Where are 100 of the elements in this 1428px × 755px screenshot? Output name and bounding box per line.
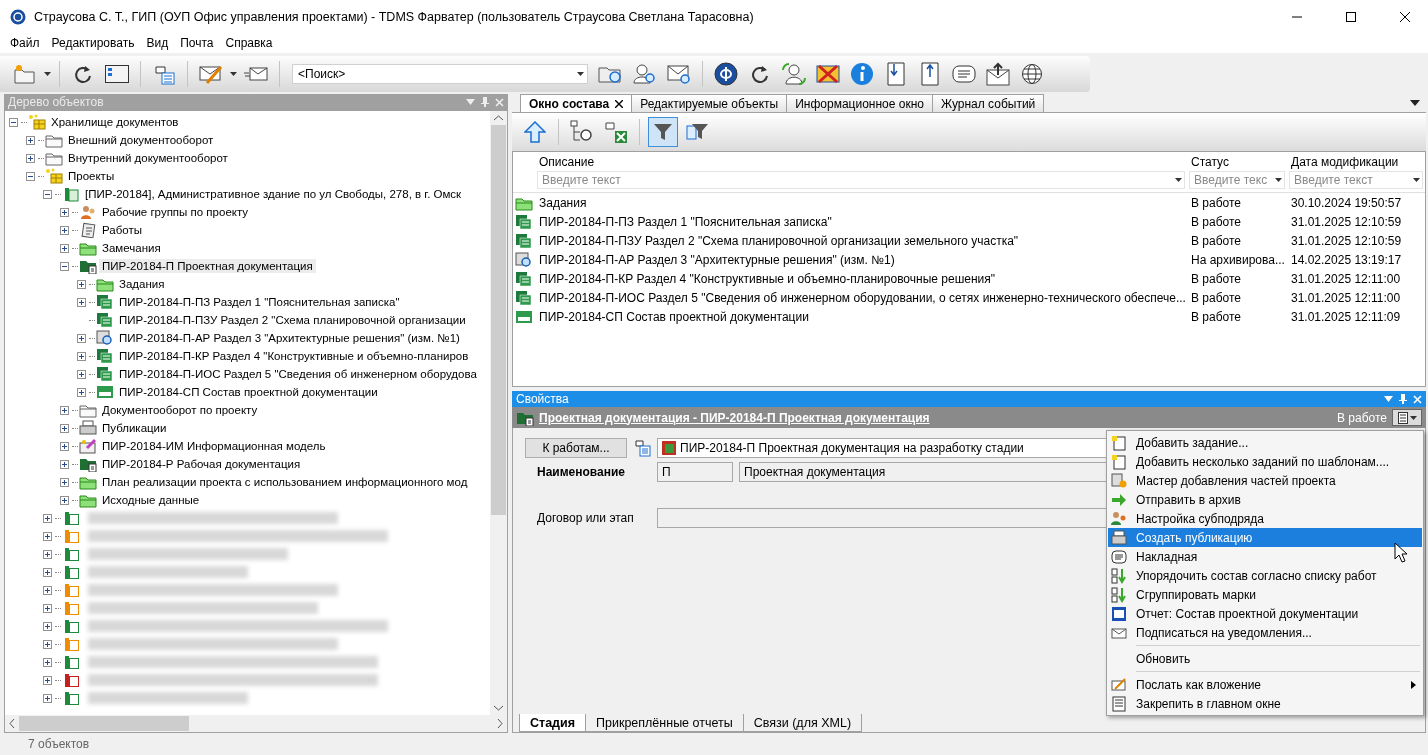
tab[interactable]: Окно состава <box>520 94 633 112</box>
filter-button[interactable] <box>648 117 678 147</box>
app-logo-button[interactable] <box>711 59 741 89</box>
tree-item[interactable]: ПИР-20184-П-КР Раздел 4 "Конструктивные и объемно-планиров <box>116 349 472 363</box>
expander-icon[interactable] <box>60 441 69 451</box>
tree-item[interactable]: Внутренний документооборот <box>65 151 231 165</box>
tree-item[interactable]: ПИР-20184-П-ПЗ Раздел 1 "Пояснительная записка" <box>116 295 403 309</box>
tree-item[interactable]: ПИР-20184-П-АР Раздел 3 "Архитектурные решения" (изм. №1) <box>116 331 463 345</box>
tree-item[interactable]: ПИР-20184-П-ИОС Раздел 5 "Сведения об инженерном оборудова <box>116 367 480 381</box>
expander-icon[interactable] <box>77 279 86 289</box>
menu-item[interactable]: Обновить <box>1108 649 1422 668</box>
dropdown-arrow-icon[interactable] <box>577 72 584 76</box>
tab[interactable]: Стадия <box>519 714 586 732</box>
menu-item[interactable]: Почта <box>174 36 220 50</box>
tree-item[interactable]: Исходные данные <box>99 493 203 507</box>
dropdown-arrow-icon[interactable] <box>1413 178 1420 182</box>
document-list-icon[interactable] <box>633 439 651 457</box>
tree-item[interactable]: Хранилище документов <box>48 115 182 129</box>
expander-icon[interactable] <box>60 225 69 235</box>
expander-icon[interactable] <box>43 189 52 199</box>
expander-icon[interactable] <box>26 153 35 163</box>
tab[interactable]: Связи (для XML) <box>742 714 863 732</box>
expander-icon[interactable] <box>9 117 18 127</box>
code-field[interactable]: П <box>657 462 733 482</box>
expander-icon[interactable] <box>77 369 86 379</box>
vertical-scrollbar[interactable] <box>490 111 507 715</box>
filter-field[interactable]: Введите текст <box>537 171 1185 189</box>
menu-item[interactable]: Закрепить в главном окне <box>1108 694 1422 713</box>
expander-icon[interactable] <box>43 567 52 577</box>
menu-item[interactable]: Создать публикацию <box>1108 528 1422 547</box>
dropdown-arrow-icon[interactable] <box>1175 178 1182 182</box>
expander-icon[interactable] <box>43 693 52 703</box>
tree-item[interactable]: Замечания <box>99 241 164 255</box>
tree-item[interactable]: [ПИР-20184], Административное здание по ул Свободы, 278, в г. Омск <box>82 187 465 201</box>
column-header[interactable]: Статус <box>1187 152 1287 170</box>
expander-icon[interactable] <box>43 621 52 631</box>
expander-icon[interactable] <box>77 351 86 361</box>
horizontal-scrollbar[interactable] <box>5 715 507 732</box>
tree-item[interactable]: ПИР-20184-П-ПЗУ Раздел 2 "Схема планировочной организации <box>116 313 469 327</box>
expander-icon[interactable] <box>43 531 52 541</box>
menu-item[interactable]: Упорядочить состав согласно списку работ <box>1108 566 1422 585</box>
menu-item[interactable]: Отчет: Состав проектной документации <box>1108 604 1422 623</box>
expander-icon[interactable] <box>43 657 52 667</box>
expander-icon[interactable] <box>77 297 86 307</box>
menu-item[interactable]: Файл <box>4 36 46 50</box>
menu-item[interactable]: Справка <box>219 36 279 50</box>
tree-item[interactable]: Работы <box>99 223 145 237</box>
tree-item[interactable]: Публикации <box>99 421 170 435</box>
expander-icon[interactable] <box>60 207 69 217</box>
expander-icon[interactable] <box>43 585 52 595</box>
expander-icon[interactable] <box>43 639 52 649</box>
expander-icon[interactable] <box>60 423 69 433</box>
tab[interactable]: Журнал событий <box>931 94 1045 112</box>
to-works-button[interactable]: К работам... <box>525 438 627 458</box>
tree-item[interactable]: ПИР-20184-СП Состав проектной документации <box>116 385 381 399</box>
tree-item[interactable]: Внешний документооборот <box>65 133 217 147</box>
expander-icon[interactable] <box>43 603 52 613</box>
dropdown-arrow-icon[interactable] <box>1275 178 1282 182</box>
expander-icon[interactable] <box>60 477 69 487</box>
expander-icon[interactable] <box>43 549 52 559</box>
column-header[interactable]: Дата модификации <box>1287 152 1425 170</box>
expander-icon[interactable] <box>60 459 69 469</box>
filter-field[interactable]: Введите текс <box>1189 171 1285 189</box>
tree-item[interactable]: Документооборот по проекту <box>99 403 261 417</box>
tree-item[interactable]: ПИР-20184-ИМ Информационная модель <box>99 439 329 453</box>
tree-item[interactable]: Проекты <box>65 169 118 183</box>
filter-field[interactable]: Введите текст <box>1289 171 1423 189</box>
menu-item[interactable]: Подписаться на уведомления... <box>1108 623 1422 642</box>
tree-item[interactable]: ПИР-20184-Р Рабочая документация <box>99 457 304 471</box>
expander-icon[interactable] <box>60 495 69 505</box>
tree-item[interactable]: План реализации проекта с использованием информационного мод <box>99 475 471 489</box>
tab[interactable]: Редактируемые объекты <box>631 94 788 112</box>
expander-icon[interactable] <box>77 333 86 343</box>
menu-item[interactable]: Отправить в архив <box>1108 490 1422 509</box>
dropdown-arrow-icon[interactable] <box>230 72 237 76</box>
expander-icon[interactable] <box>77 387 86 397</box>
menu-item[interactable]: Редактировать <box>45 36 141 50</box>
menu-item[interactable]: Послать как вложение <box>1108 675 1422 694</box>
dropdown-arrow-icon[interactable] <box>1410 100 1420 106</box>
expander-icon[interactable] <box>43 513 52 523</box>
menu-item[interactable]: Настройка субподряда <box>1108 509 1422 528</box>
close-icon[interactable] <box>615 99 624 108</box>
expander-icon[interactable] <box>26 171 35 181</box>
tree-item[interactable]: ПИР-20184-П Проектная документация <box>99 259 316 273</box>
printer-icon <box>1111 529 1127 546</box>
menu-item[interactable]: Накладная <box>1108 547 1422 566</box>
actions-menu-button[interactable] <box>1392 409 1422 426</box>
expander-icon[interactable] <box>60 405 69 415</box>
search-field[interactable]: <Поиск> <box>292 64 588 84</box>
expander-icon[interactable] <box>60 261 69 271</box>
expander-icon[interactable] <box>43 675 52 685</box>
menu-item[interactable]: Сгруппировать марки <box>1108 585 1422 604</box>
expander-icon[interactable] <box>26 135 35 145</box>
column-header[interactable]: Описание <box>535 152 1187 170</box>
tree-item[interactable]: Рабочие группы по проекту <box>99 205 252 219</box>
tab[interactable]: Информационное окно <box>786 94 933 112</box>
dropdown-arrow-icon[interactable] <box>44 72 51 76</box>
menu-item[interactable]: Вид <box>140 36 175 50</box>
tree-item[interactable]: Задания <box>116 277 168 291</box>
expander-icon[interactable] <box>60 243 69 253</box>
